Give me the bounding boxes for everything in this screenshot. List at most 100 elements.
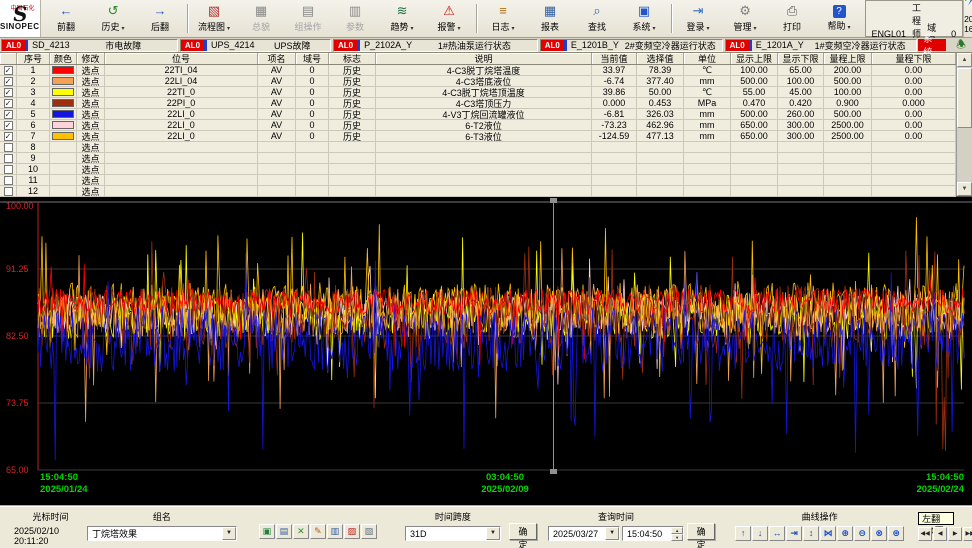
alarm-cell-UPS_4214[interactable]: AL0UPS_4214UPS故障 [180,39,331,52]
toolbar-button-print[interactable]: ⎙打印 [769,1,816,36]
new-page-icon[interactable]: ▤ [276,524,292,539]
toolbar-button-group-operate[interactable]: ▤组操作 [285,1,332,36]
table-row[interactable]: ✓6选点22LI_0AV0历史6-T2液位-73.23462.96mm650.0… [0,120,956,131]
column-header-14[interactable]: 量程上限 [824,53,872,64]
column-header-4[interactable]: 位号 [105,53,258,64]
chart-time-cursor[interactable] [553,202,554,470]
scroll-up-icon[interactable]: ▲ [957,53,972,67]
column-header-1[interactable]: 序号 [17,53,50,64]
edit-pen-icon[interactable]: ✎ [310,524,326,539]
print-curve-icon[interactable]: ▥ [327,524,343,539]
delete-icon[interactable]: ✕ [293,524,309,539]
nav-fast-icon[interactable]: ▶▶ [963,527,972,541]
toolbar-button-manage[interactable]: ⚙管理▾ [722,1,769,36]
row-checkbox[interactable] [4,154,13,163]
column-header-8[interactable]: 说明 [376,53,592,64]
toolbar-button-history[interactable]: ↺历史▾ [90,1,137,36]
checkbox-cell[interactable]: ✓ [0,87,17,97]
table-row[interactable]: ✓5选点22LI_0AV0历史4-V3丁烷回流罐液位-6.81326.03mm5… [0,109,956,120]
checkbox-cell[interactable]: ✓ [0,76,17,86]
curve-v-expand-icon[interactable]: ↕ [803,526,819,541]
nav-next-icon[interactable]: ▶ [948,527,962,541]
chevron-down-icon[interactable]: ▼ [486,527,500,540]
table-row[interactable]: ✓7选点22LI_0AV0历史6-T3液位-124.59477.13mm650.… [0,131,956,142]
group-name-dropdown[interactable]: 丁烷塔效果 ▼ [87,526,237,541]
row-checkbox[interactable]: ✓ [4,88,13,97]
curve-h-reset-icon[interactable]: ⇥ [786,526,802,541]
row-checkbox[interactable] [4,176,13,185]
toolbar-button-next-page[interactable]: →后翻 [137,1,184,36]
toolbar-button-login[interactable]: ⇥登录▾ [675,1,722,36]
toolbar-button-prev-page[interactable]: ←前翻 [43,1,90,36]
checkbox-cell[interactable] [0,153,17,163]
zoom-box-icon[interactable]: ⊗ [871,526,887,541]
toolbar-button-report[interactable]: ▦报表 [527,1,574,36]
alarm-bell-icon[interactable]: 🕭 [956,36,966,55]
alarm-cell-E_1201B_Y[interactable]: AL0E_1201B_Y2#变频空冷器运行状态 [540,39,723,52]
checkbox-cell[interactable] [0,186,17,196]
row-checkbox[interactable]: ✓ [4,66,13,75]
spin-up-icon[interactable]: ▲ [671,527,683,534]
column-header-10[interactable]: 选择值 [637,53,684,64]
toolbar-button-trend[interactable]: ≋趋势▾ [379,1,426,36]
curve-down-icon[interactable]: ↓ [752,526,768,541]
time-span-dropdown[interactable]: 31D ▼ [405,526,501,541]
trend-chart-canvas[interactable] [0,197,972,505]
cell-modify[interactable]: 选点 [77,142,105,152]
cell-modify[interactable]: 选点 [77,120,105,130]
column-header-12[interactable]: 显示上限 [731,53,778,64]
column-header-9[interactable]: 当前值 [592,53,637,64]
table-row[interactable]: ✓3选点22TI_0AV0历史4-C3脱丁烷塔顶温度39.8650.00℃55.… [0,87,956,98]
table-row[interactable]: 11选点 [0,175,956,186]
row-checkbox[interactable] [4,143,13,152]
table-scrollbar[interactable]: ▲ ▼ [956,53,972,196]
toolbar-button-parameter[interactable]: ▥参数 [332,1,379,36]
table-row[interactable]: 12选点 [0,186,956,197]
column-header-3[interactable]: 修改 [77,53,105,64]
chevron-down-icon[interactable]: ▼ [605,527,619,540]
row-checkbox[interactable] [4,165,13,174]
toolbar-button-system[interactable]: ▣系统▾ [621,1,668,36]
checkbox-cell[interactable] [0,142,17,152]
curve-h-expand-icon[interactable]: ↔ [769,526,785,541]
column-header-6[interactable]: 域号 [296,53,329,64]
column-header-15[interactable]: 量程下限 [872,53,956,64]
span-confirm-button[interactable]: 确定 [509,523,537,540]
nav-first-icon[interactable]: ◀◀ [918,527,932,541]
table-row[interactable]: ✓4选点22PI_0AV0历史4-C3塔顶压力0.0000.453MPa0.47… [0,98,956,109]
toolbar-button-alarm[interactable]: ⚠报警▾ [426,1,473,36]
cursor-handle-top[interactable] [550,198,557,203]
chevron-down-icon[interactable]: ▼ [222,527,236,540]
zoom-reset-icon[interactable]: ⊛ [888,526,904,541]
cell-modify[interactable]: 选点 [77,76,105,86]
toolbar-button-flow-diagram[interactable]: ▧流程图▾ [191,1,238,36]
toolbar-button-log[interactable]: ≡日志▾ [480,1,527,36]
table-row[interactable]: ✓2选点22LI_04AV0历史4-C3塔底液位-6.74377.40mm500… [0,76,956,87]
cell-modify[interactable]: 选点 [77,153,105,163]
alarm-cell-P_2102A_Y[interactable]: AL0P_2102A_Y1#热油泵运行状态 [333,39,538,52]
table-row[interactable]: 9选点 [0,153,956,164]
toolbar-button-help[interactable]: ?帮助▾ [816,1,863,36]
row-checkbox[interactable]: ✓ [4,77,13,86]
checkbox-cell[interactable]: ✓ [0,131,17,141]
query-date-dropdown[interactable]: 2025/03/27 ▼ [548,526,620,541]
column-header-11[interactable]: 单位 [684,53,731,64]
curve-switch-icon[interactable]: ▨ [344,524,360,539]
cell-modify[interactable]: 选点 [77,65,105,75]
alarm-cell-E_1201A_Y[interactable]: AL0E_1201A_Y1#变频空冷器运行状态 [725,39,918,52]
curve-v-compress-icon[interactable]: ⋈ [820,526,836,541]
row-checkbox[interactable]: ✓ [4,99,13,108]
checkbox-cell[interactable]: ✓ [0,109,17,119]
cell-modify[interactable]: 选点 [77,186,105,196]
copy-icon[interactable]: ▧ [361,524,377,539]
zoom-out-icon[interactable]: ⊖ [854,526,870,541]
spin-down-icon[interactable]: ▼ [671,534,683,541]
toolbar-button-search[interactable]: ⌕查找 [574,1,621,36]
curve-up-icon[interactable]: ↑ [735,526,751,541]
column-header-13[interactable]: 显示下限 [778,53,824,64]
checkbox-cell[interactable]: ✓ [0,120,17,130]
toolbar-button-overview[interactable]: ▦总貌 [238,1,285,36]
query-time-spinner[interactable]: 15:04:50 ▲▼ [622,526,684,541]
checkbox-cell[interactable] [0,164,17,174]
row-checkbox[interactable]: ✓ [4,110,13,119]
